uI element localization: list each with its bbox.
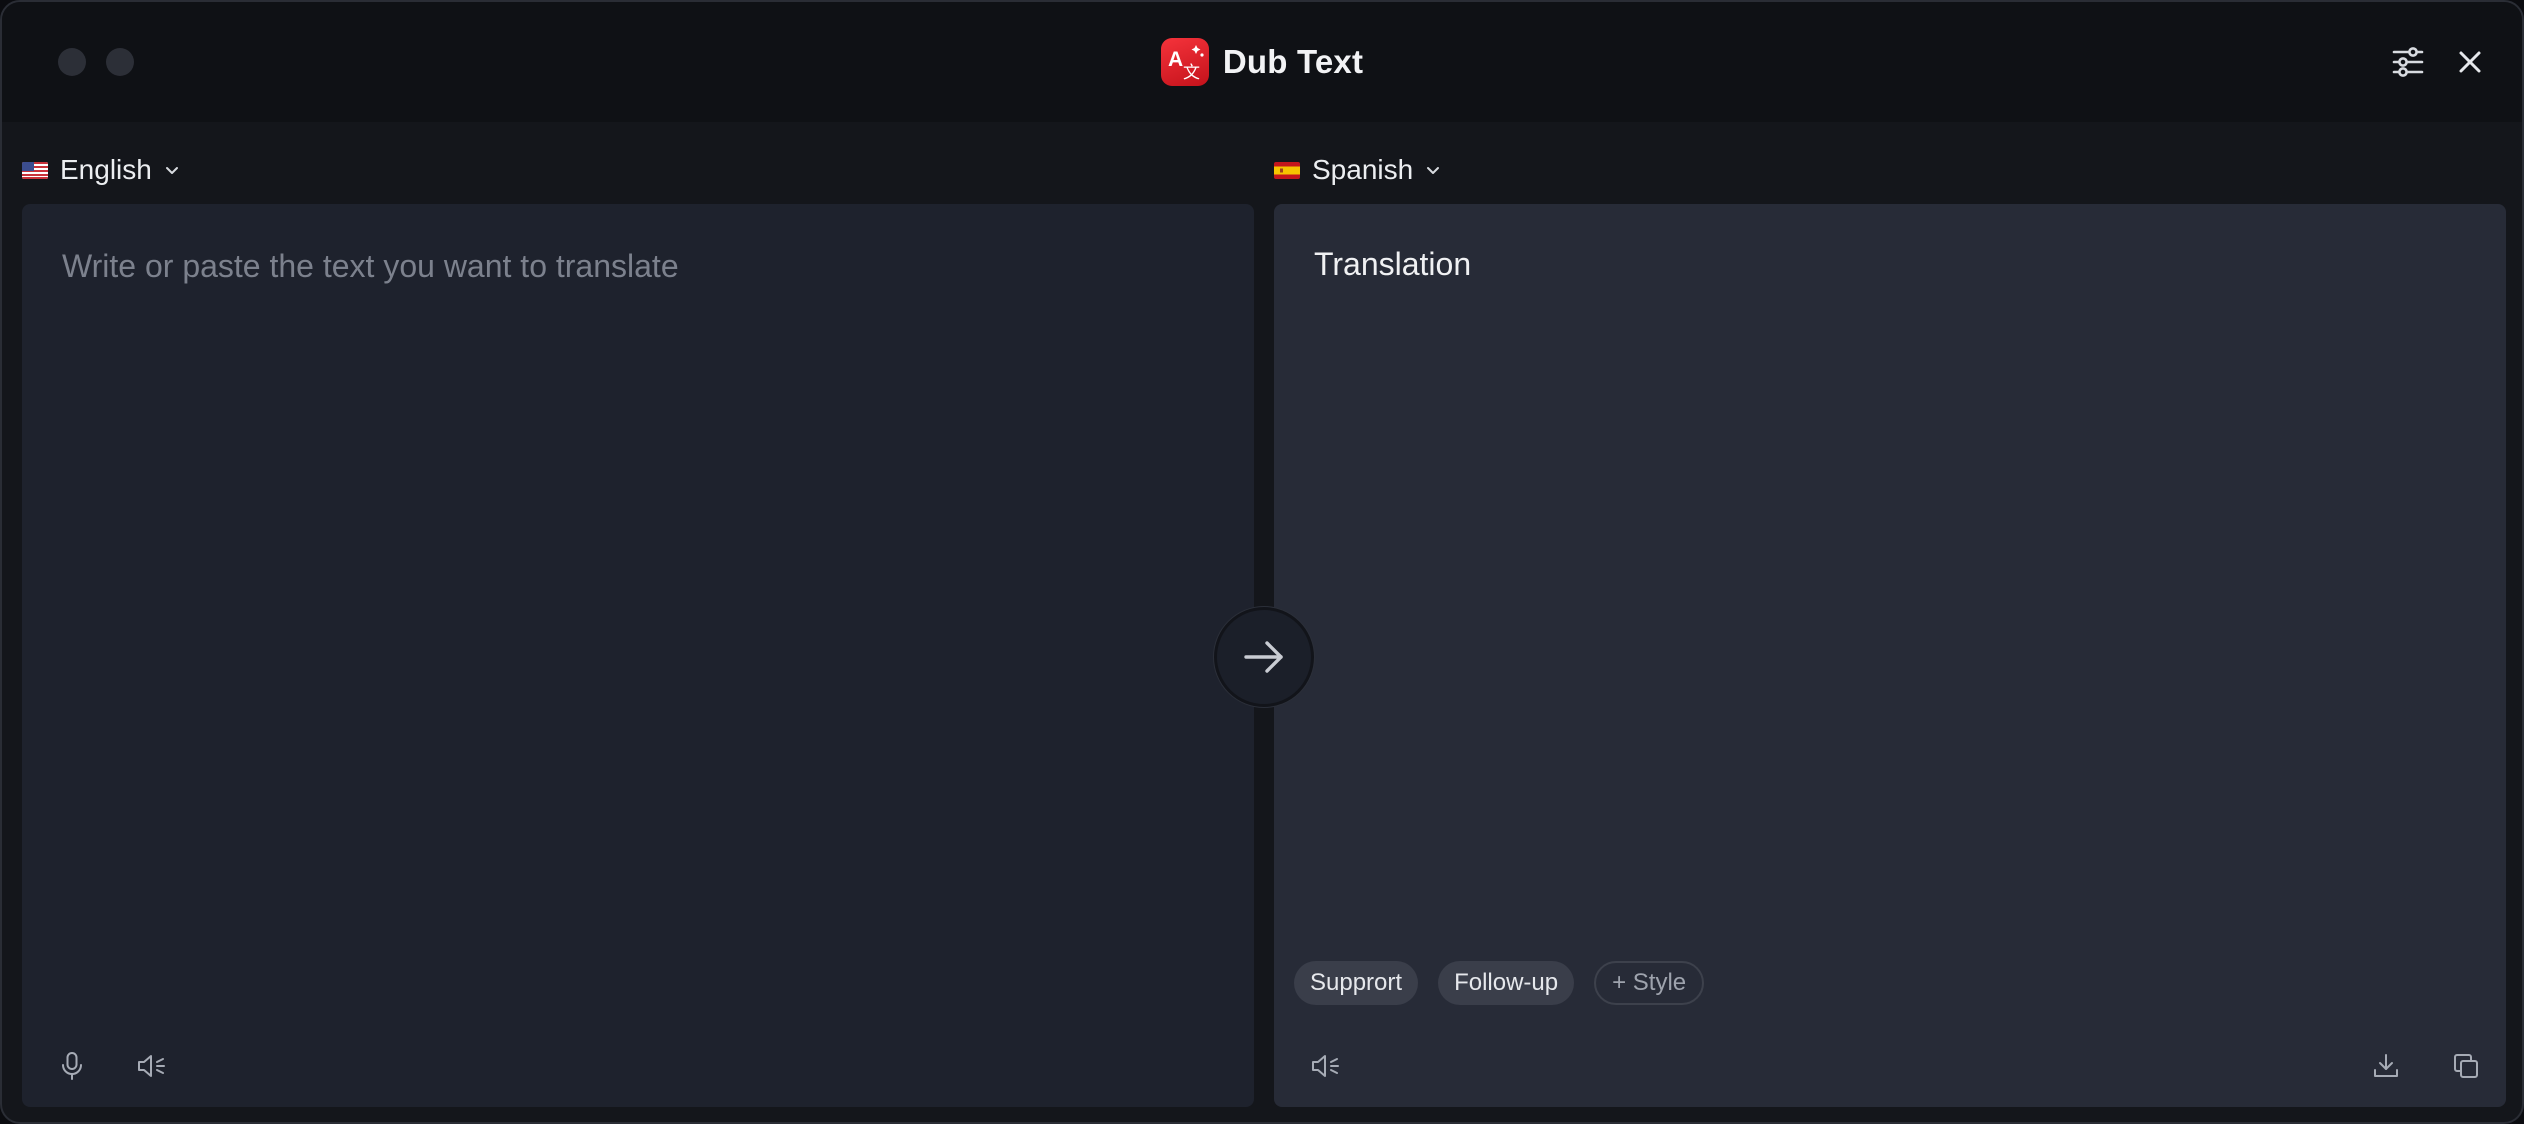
copy-icon	[2454, 1054, 2478, 1078]
sliders-icon	[2392, 47, 2424, 77]
microphone-icon	[62, 1052, 82, 1080]
style-chip[interactable]: Follow-up	[1438, 961, 1575, 1005]
chevron-down-icon	[1427, 167, 1440, 174]
download-button[interactable]	[2364, 1044, 2408, 1088]
settings-button[interactable]	[2386, 40, 2430, 84]
svg-text:A: A	[1168, 48, 1183, 71]
speaker-icon	[1312, 1055, 1339, 1077]
source-text-input[interactable]	[62, 246, 1212, 1006]
source-language-selector[interactable]: English	[22, 150, 180, 190]
translation-output: Translation	[1314, 246, 1472, 282]
translate-icon: A 文	[1160, 38, 1209, 86]
arrow-right-icon	[1244, 641, 1283, 673]
style-chips: Supprort Follow-up + Style	[1294, 961, 1705, 1005]
svg-text:文: 文	[1183, 63, 1200, 83]
us-flag-icon	[22, 161, 48, 179]
source-speaker-button[interactable]	[130, 1044, 174, 1088]
app-window: A 文 Dub Text English Spanish Write or pa…	[0, 0, 2524, 1124]
chevron-down-icon	[165, 167, 178, 174]
add-style-button[interactable]: + Style	[1594, 961, 1705, 1005]
title-bar: A 文 Dub Text	[2, 2, 2522, 122]
translate-button[interactable]	[1214, 607, 1314, 707]
download-icon	[2374, 1054, 2398, 1077]
app-title-group: A 文 Dub Text	[2, 36, 2522, 88]
target-speaker-button[interactable]	[1304, 1044, 1348, 1088]
speaker-icon	[138, 1055, 165, 1077]
target-language-selector[interactable]: Spanish	[1274, 150, 1441, 190]
microphone-button[interactable]	[50, 1044, 94, 1088]
app-title: Dub Text	[1222, 43, 1364, 80]
target-language-label: Spanish	[1312, 154, 1414, 185]
close-icon	[2459, 51, 2481, 73]
copy-button[interactable]	[2444, 1044, 2488, 1088]
source-panel	[22, 204, 1254, 1107]
style-chip[interactable]: Supprort	[1294, 961, 1419, 1005]
translation-panel: Translation Supprort Follow-up + Style	[1274, 204, 2506, 1107]
source-language-label: English	[60, 154, 152, 185]
spain-flag-icon	[1274, 161, 1300, 179]
close-button[interactable]	[2448, 40, 2492, 84]
